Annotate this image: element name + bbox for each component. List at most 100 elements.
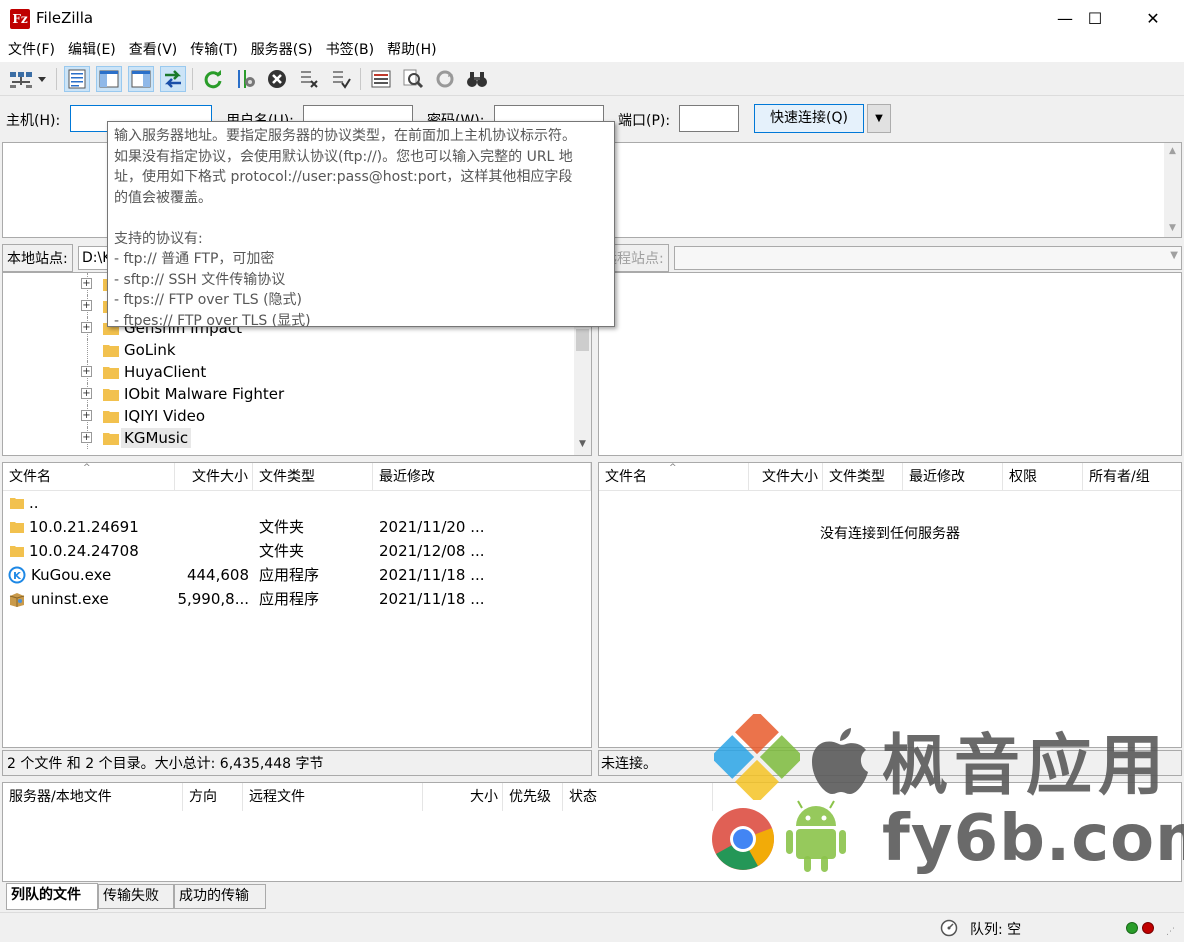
tree-item[interactable]: + IQIYI Video: [3, 405, 563, 427]
local-file-list[interactable]: 文件名 ^ 文件大小 文件类型 最近修改 .. 10.0.21.24691 文件夹…: [2, 462, 592, 748]
column-header-filetype[interactable]: 文件类型: [253, 463, 373, 491]
search-remote-files-button[interactable]: [464, 66, 490, 92]
remote-path-input[interactable]: [674, 246, 1182, 270]
directory-listing-filters-button[interactable]: [368, 66, 394, 92]
tooltip-line: [114, 208, 608, 229]
site-manager-button[interactable]: [4, 66, 52, 92]
transfer-queue[interactable]: 服务器/本地文件 方向 远程文件 大小 优先级 状态: [2, 782, 1182, 882]
column-header-modified[interactable]: 最近修改: [903, 463, 1003, 491]
column-header-filename[interactable]: 文件名 ^: [3, 463, 175, 491]
folder-icon: [103, 389, 119, 401]
menu-bookmarks[interactable]: 书签(B): [318, 38, 380, 62]
tree-item-label: IObit Malware Fighter: [124, 385, 285, 403]
tree-item-label: HuyaClient: [124, 363, 207, 381]
reconnect-button[interactable]: [328, 66, 354, 92]
resize-grip-icon[interactable]: ⋰: [1166, 927, 1175, 937]
quickconnect-history-dropdown[interactable]: ▼: [867, 104, 891, 133]
close-button[interactable]: ✕: [1124, 0, 1182, 38]
toggle-filename-filter-button[interactable]: [400, 66, 426, 92]
process-queue-button[interactable]: [232, 66, 258, 92]
expand-icon[interactable]: +: [81, 410, 92, 421]
maximize-button[interactable]: ☐: [1066, 0, 1124, 38]
remote-status-text: 未连接。: [598, 750, 1182, 776]
column-header-filesize[interactable]: 文件大小: [749, 463, 823, 491]
quickconnect-button[interactable]: 快速连接(Q): [754, 104, 864, 133]
file-row[interactable]: uninst.exe 5,990,8... 应用程序 2021/11/18 ..…: [3, 587, 591, 611]
toggle-remote-tree-button[interactable]: [128, 66, 154, 92]
remote-file-list-header: 文件名 ^ 文件大小 文件类型 最近修改 权限 所有者/组: [599, 463, 1181, 491]
queue-status-text: 队列: 空: [970, 922, 1022, 938]
column-header-owner-group[interactable]: 所有者/组: [1083, 463, 1181, 491]
column-header-status[interactable]: 状态: [563, 783, 713, 811]
tab-failed-transfers[interactable]: 传输失败: [98, 884, 174, 909]
tree-item[interactable]: + IObit Malware Fighter: [3, 383, 563, 405]
expand-icon[interactable]: +: [81, 432, 92, 443]
tab-successful-transfers[interactable]: 成功的传输: [174, 884, 266, 909]
speed-limit-icon[interactable]: [940, 919, 958, 937]
queue-header: 服务器/本地文件 方向 远程文件 大小 优先级 状态: [3, 783, 1181, 811]
tree-item-selected[interactable]: + KGMusic: [3, 427, 563, 449]
port-label: 端口(P):: [618, 113, 671, 129]
column-header-direction[interactable]: 方向: [183, 783, 243, 811]
menu-file[interactable]: 文件(F): [0, 38, 60, 62]
toggle-message-log-button[interactable]: [64, 66, 90, 92]
message-log-scrollbar[interactable]: ▲ ▼: [1164, 143, 1181, 237]
column-header-server-local-file[interactable]: 服务器/本地文件: [3, 783, 183, 811]
disconnect-button[interactable]: [296, 66, 322, 92]
maximize-icon: ☐: [1087, 9, 1103, 28]
chevron-down-icon[interactable]: ▼: [1170, 250, 1178, 261]
toggle-transfer-queue-button[interactable]: [160, 66, 186, 92]
tree-item[interactable]: GoLink: [3, 339, 563, 361]
port-input[interactable]: [679, 105, 739, 132]
column-header-size[interactable]: 大小: [423, 783, 503, 811]
column-header-filename[interactable]: 文件名 ^: [599, 463, 749, 491]
menu-edit[interactable]: 编辑(E): [60, 38, 121, 62]
expand-icon[interactable]: +: [81, 278, 92, 289]
file-name: uninst.exe: [31, 590, 109, 608]
installer-icon: [9, 593, 25, 607]
scroll-thumb[interactable]: [576, 329, 589, 351]
site-manager-icon: [10, 72, 46, 88]
tooltip-line: - ftp:// 普通 FTP，可加密: [114, 251, 275, 267]
file-row[interactable]: K KuGou.exe 444,608 应用程序 2021/11/18 ...: [3, 563, 591, 587]
tab-queued-files[interactable]: 列队的文件: [6, 883, 98, 910]
transfer-queue-icon: [164, 70, 182, 88]
cancel-operation-button[interactable]: [264, 66, 290, 92]
red-led-icon: [1142, 922, 1154, 934]
file-row[interactable]: 10.0.21.24691 文件夹 2021/11/20 ...: [3, 515, 591, 539]
scroll-down-icon[interactable]: ▼: [574, 436, 591, 453]
tooltip-line: 的值会被覆盖。: [114, 189, 212, 206]
menu-view[interactable]: 查看(V): [121, 38, 183, 62]
file-size: 5,990,8...: [177, 590, 249, 608]
tree-item-label: GoLink: [124, 341, 176, 359]
scroll-down-icon[interactable]: ▼: [1164, 220, 1181, 237]
remote-file-list[interactable]: 文件名 ^ 文件大小 文件类型 最近修改 权限 所有者/组 没有连接到任何服务器: [598, 462, 1182, 748]
file-type: 应用程序: [259, 590, 320, 608]
column-header-filetype[interactable]: 文件类型: [823, 463, 903, 491]
file-modified: 2021/11/18 ...: [379, 590, 485, 608]
column-header-filesize[interactable]: 文件大小: [175, 463, 253, 491]
column-header-permissions[interactable]: 权限: [1003, 463, 1083, 491]
column-header-priority[interactable]: 优先级: [503, 783, 563, 811]
tree-item[interactable]: + HuyaClient: [3, 361, 563, 383]
refresh-button[interactable]: [200, 66, 226, 92]
menu-server[interactable]: 服务器(S): [243, 38, 318, 62]
sort-ascending-icon: ^: [83, 463, 91, 473]
column-header-remote-file[interactable]: 远程文件: [243, 783, 423, 811]
synchronized-browsing-button[interactable]: [432, 66, 458, 92]
file-name: 10.0.24.24708: [29, 542, 139, 560]
expand-icon[interactable]: +: [81, 322, 92, 333]
menu-transfer[interactable]: 传输(T): [182, 38, 242, 62]
menu-help[interactable]: 帮助(H): [379, 38, 441, 62]
toggle-local-tree-button[interactable]: [96, 66, 122, 92]
column-header-modified[interactable]: 最近修改: [373, 463, 591, 491]
file-row[interactable]: 10.0.24.24708 文件夹 2021/12/08 ...: [3, 539, 591, 563]
scroll-up-icon[interactable]: ▲: [1164, 143, 1181, 160]
close-icon: ✕: [1146, 9, 1160, 28]
expand-icon[interactable]: +: [81, 388, 92, 399]
refresh-icon: [204, 70, 222, 89]
expand-icon[interactable]: +: [81, 366, 92, 377]
expand-icon[interactable]: +: [81, 300, 92, 311]
file-row[interactable]: ..: [3, 491, 591, 515]
remote-directory-tree[interactable]: [598, 272, 1182, 456]
